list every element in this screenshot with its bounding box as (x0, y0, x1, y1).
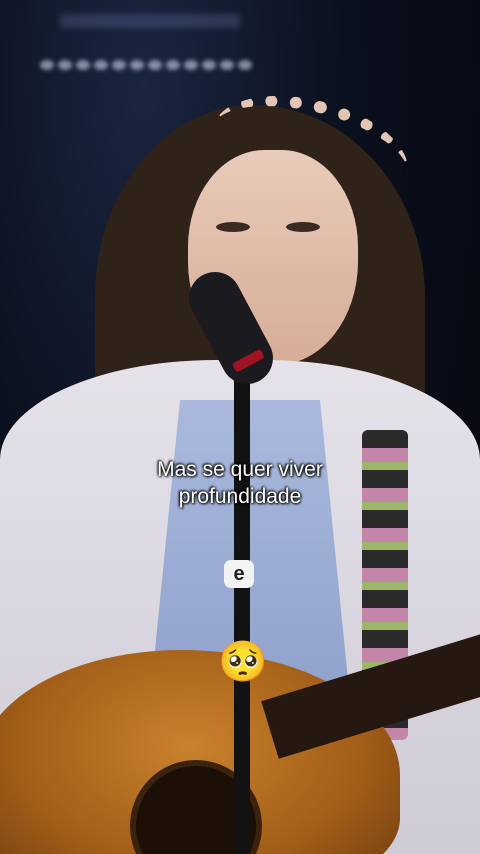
stage-light (220, 60, 234, 70)
stage-rig (60, 14, 240, 28)
caption-line-1: Mas se quer viver (157, 458, 323, 481)
stage-light (76, 60, 90, 70)
stage-light (166, 60, 180, 70)
left-eye (216, 222, 250, 232)
stage-light (94, 60, 108, 70)
stage-light (130, 60, 144, 70)
lyric-caption: Mas se quer viver profundidade (0, 456, 480, 510)
stage-light (112, 60, 126, 70)
caption-line-2: profundidade (178, 485, 302, 508)
right-eye (286, 222, 320, 232)
pleading-face-emoji: 🥺 (218, 640, 268, 684)
stage-light (202, 60, 216, 70)
stage-light (40, 60, 54, 70)
video-frame[interactable]: Mas se quer viver profundidade e 🥺 (0, 0, 480, 854)
mic-stand (234, 370, 250, 854)
microphone-ring (231, 348, 265, 373)
stage-light (58, 60, 72, 70)
stage-lights (40, 50, 270, 80)
stage-light (184, 60, 198, 70)
stage-light (148, 60, 162, 70)
stage-light (238, 60, 252, 70)
e-logo-icon: e (224, 560, 254, 588)
